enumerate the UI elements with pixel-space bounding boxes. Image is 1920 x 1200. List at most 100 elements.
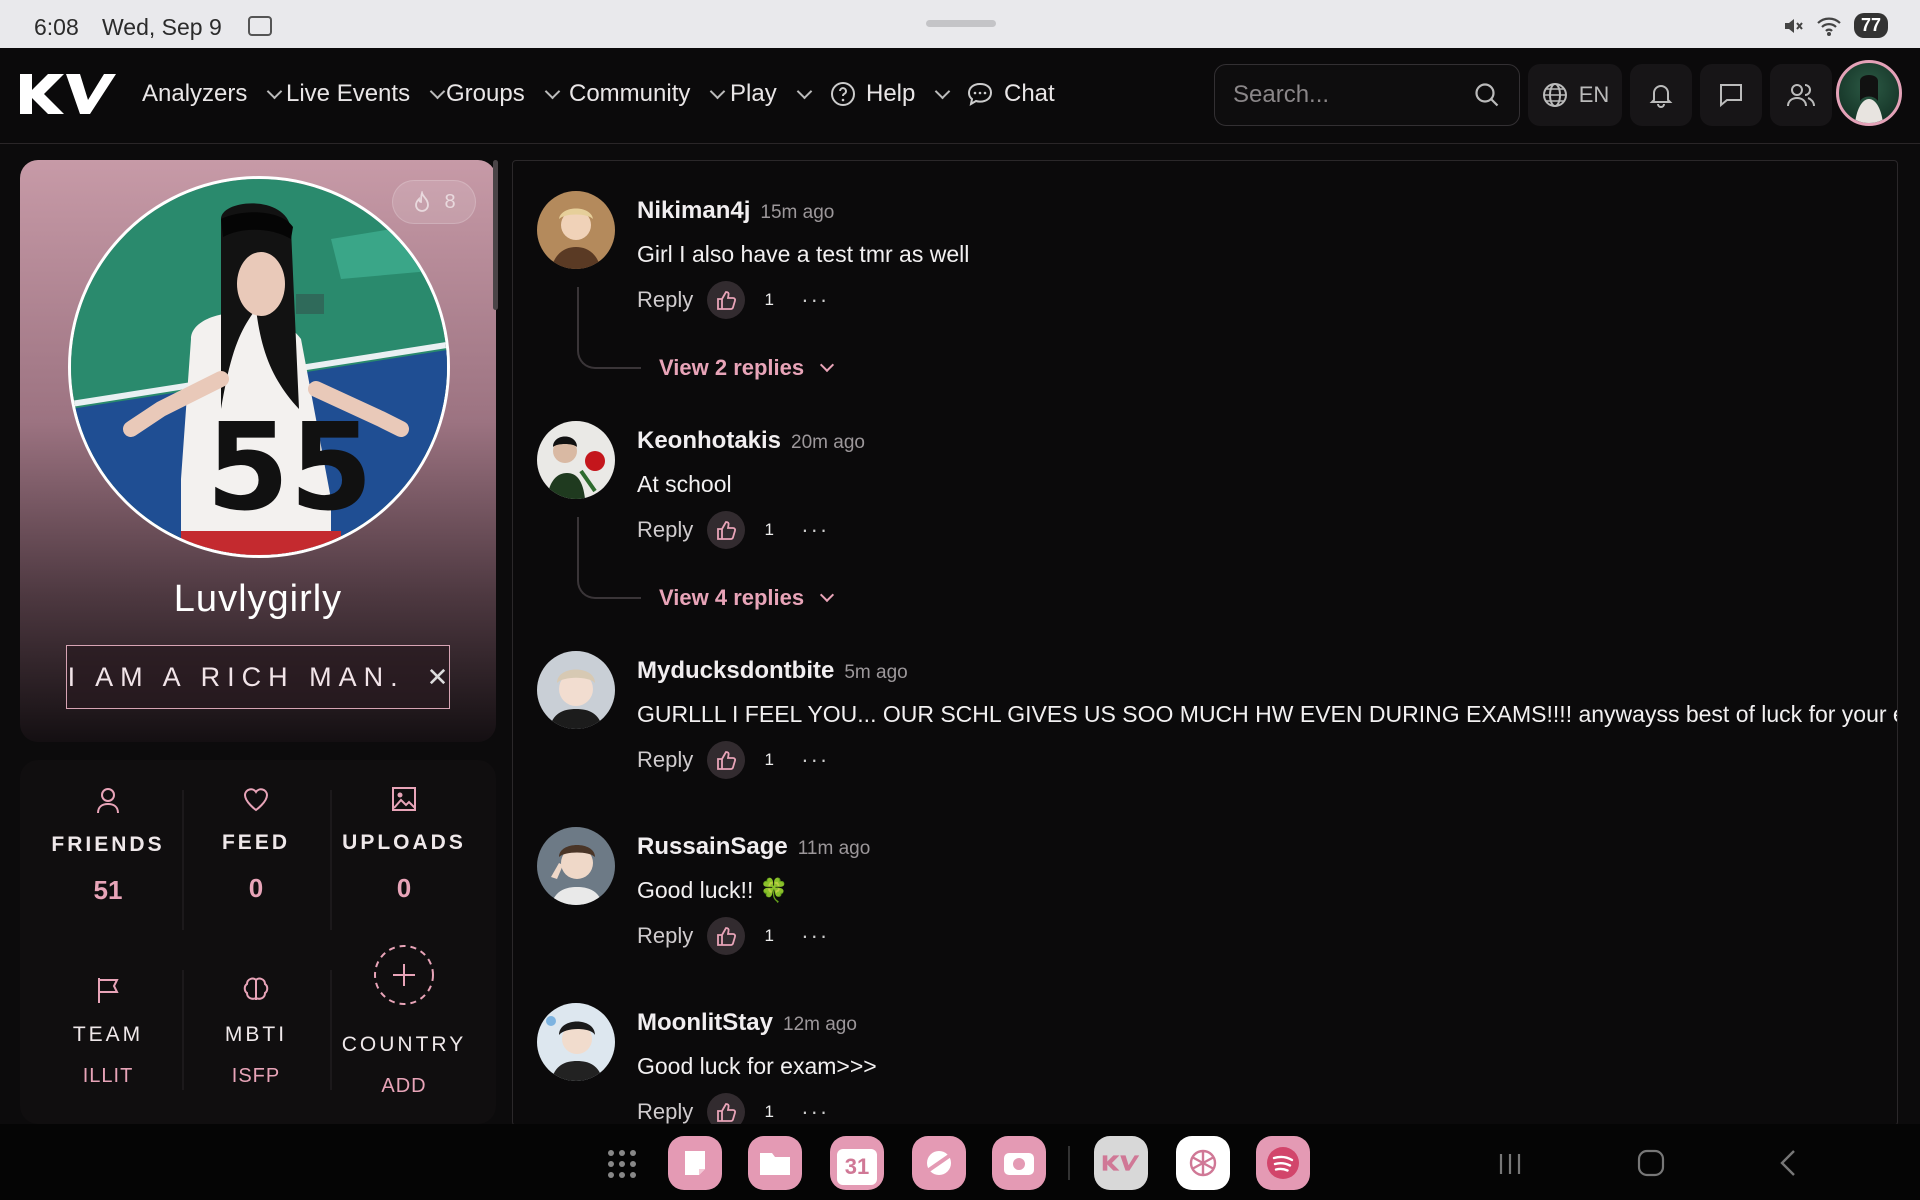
nav-live-events[interactable]: Live Events [286, 80, 446, 108]
nav-groups[interactable]: Groups [446, 80, 560, 108]
nav-analyzers[interactable]: Analyzers [142, 80, 283, 108]
more-options-icon[interactable]: ··· [801, 747, 829, 773]
back-icon[interactable] [1776, 1148, 1800, 1178]
commenter-name[interactable]: Keonhotakis 20m ago [637, 427, 865, 455]
system-taskbar: 31 [0, 1124, 1920, 1200]
brain-icon [243, 977, 269, 1000]
chat-bubble-icon [967, 82, 993, 107]
kv-logo[interactable] [18, 70, 118, 118]
more-options-icon[interactable]: ··· [801, 923, 829, 949]
nav-community[interactable]: Community [569, 80, 726, 108]
user-icon [97, 788, 119, 814]
streak-count: 8 [444, 190, 456, 213]
bell-icon [1649, 85, 1673, 108]
battery-indicator: 77 [1853, 13, 1888, 38]
thumbs-up-icon [717, 751, 737, 770]
fire-icon [415, 191, 430, 212]
comment-text: Girl I also have a test tmr as well [637, 241, 970, 267]
home-icon[interactable] [1636, 1148, 1666, 1178]
commenter-name[interactable]: MoonlitStay 12m ago [637, 1009, 857, 1037]
close-icon[interactable]: ✕ [427, 662, 449, 693]
nav-chat[interactable]: Chat [966, 80, 1055, 108]
commenter-avatar[interactable] [537, 191, 615, 269]
notes-icon[interactable] [668, 1136, 722, 1190]
reply-button[interactable]: Reply [637, 1099, 693, 1125]
more-options-icon[interactable]: ··· [801, 1099, 829, 1125]
chevron-down-icon [796, 83, 812, 99]
stat-uploads[interactable]: UPLOADS 0 [330, 786, 478, 904]
image-icon [392, 787, 416, 811]
browser-icon[interactable] [912, 1136, 966, 1190]
calendar-day: 31 [837, 1149, 877, 1185]
comment-time: 11m ago [797, 838, 871, 859]
comment-actions: Reply 1 ··· [637, 281, 829, 319]
stat-label: UPLOADS [342, 831, 466, 854]
stat-label: TEAM [72, 1023, 144, 1046]
like-count: 1 [764, 926, 774, 945]
stat-team[interactable]: TEAM ILLIT [34, 976, 182, 1088]
add-circle-icon[interactable] [373, 944, 435, 1006]
messages-button[interactable] [1700, 64, 1762, 126]
view-replies-button[interactable]: View 4 replies [659, 585, 835, 611]
like-button[interactable] [707, 917, 746, 955]
notifications-button[interactable] [1630, 64, 1692, 126]
like-button[interactable] [707, 511, 746, 549]
like-button[interactable] [707, 1093, 746, 1125]
search-input[interactable] [1233, 79, 1463, 111]
calendar-icon[interactable]: 31 [830, 1136, 884, 1190]
thumbs-up-icon [717, 1103, 737, 1122]
like-button[interactable] [707, 281, 746, 319]
recent-apps-icon[interactable] [1496, 1150, 1524, 1178]
commenter-avatar[interactable] [537, 827, 615, 905]
like-count: 1 [764, 520, 774, 539]
camera-icon[interactable] [992, 1136, 1046, 1190]
drag-handle[interactable] [926, 20, 996, 27]
like-count: 1 [764, 290, 774, 309]
stat-mbti[interactable]: MBTI ISFP [182, 976, 330, 1088]
language-selector[interactable]: EN [1528, 64, 1622, 126]
profile-scrollbar[interactable] [493, 160, 498, 310]
commenter-name-text: Keonhotakis [637, 427, 782, 454]
commenter-name[interactable]: RussainSage 11m ago [637, 833, 870, 861]
comment-time: 20m ago [791, 432, 865, 453]
profile-picture[interactable]: 55 [68, 176, 450, 558]
streak-badge[interactable]: 8 [392, 180, 476, 224]
users-icon [1787, 84, 1815, 107]
commenter-avatar[interactable] [537, 1003, 615, 1081]
commenter-name[interactable]: Nikiman4j 15m ago [637, 197, 834, 225]
user-avatar[interactable] [1836, 60, 1902, 126]
kv-app-icon[interactable] [1094, 1136, 1148, 1190]
more-options-icon[interactable]: ··· [801, 517, 829, 543]
commenter-avatar[interactable] [537, 421, 615, 499]
nav-help[interactable]: Help [830, 80, 951, 108]
comment-text: GURLLL I FEEL YOU... OUR SCHL GIVES US S… [637, 701, 1898, 727]
view-replies-button[interactable]: View 2 replies [659, 355, 835, 381]
more-options-icon[interactable]: ··· [801, 287, 829, 313]
stat-feed[interactable]: FEED 0 [182, 786, 330, 904]
chevron-down-icon [820, 357, 835, 373]
search-icon[interactable] [1473, 81, 1501, 109]
mute-icon [1784, 18, 1803, 33]
spotify-icon[interactable] [1256, 1136, 1310, 1190]
reply-button[interactable]: Reply [637, 923, 693, 949]
bio-text: I AM A RICH MAN. [67, 661, 405, 692]
thread-line [577, 287, 641, 369]
top-navbar: Analyzers Live Events Groups Community P… [0, 48, 1920, 144]
folder-icon[interactable] [748, 1136, 802, 1190]
nav-play[interactable]: Play [730, 80, 812, 108]
nav-groups-label: Groups [446, 80, 525, 107]
commenter-avatar[interactable] [537, 651, 615, 729]
comment-actions: Reply 1 ··· [637, 1093, 829, 1125]
stat-friends[interactable]: FRIENDS 51 [34, 786, 182, 906]
reply-button[interactable]: Reply [637, 287, 693, 313]
reply-button[interactable]: Reply [637, 747, 693, 773]
screenshot-icon [248, 16, 272, 36]
app-drawer-icon[interactable] [606, 1148, 638, 1180]
chatgpt-icon[interactable] [1176, 1136, 1230, 1190]
stat-country[interactable]: COUNTRY ADD [330, 944, 478, 1098]
reply-button[interactable]: Reply [637, 517, 693, 543]
profile-bio: I AM A RICH MAN. ✕ [66, 645, 450, 709]
friends-button[interactable] [1770, 64, 1832, 126]
like-button[interactable] [707, 741, 746, 779]
commenter-name[interactable]: Myducksdontbite 5m ago [637, 657, 908, 685]
